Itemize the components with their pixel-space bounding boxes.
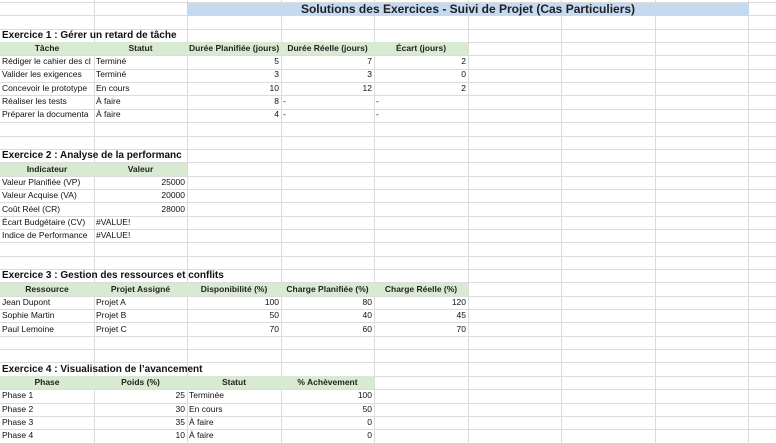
weight-cell[interactable]: 30 [94,403,187,416]
phase-name-cell[interactable]: Phase 2 [0,403,94,416]
availability-cell[interactable]: 50 [187,309,281,322]
completion-cell[interactable]: 0 [281,429,374,442]
gridline [0,336,776,337]
sheet-title[interactable]: Solutions des Exercices - Suivi de Proje… [187,3,749,16]
resource-name-cell[interactable]: Paul Lemoine [0,323,94,336]
resource-name-cell[interactable]: Sophie Martin [0,309,94,322]
header-phase[interactable]: Phase [0,376,94,389]
planned-load-cell[interactable]: 60 [281,323,374,336]
exercise-1-title[interactable]: Exercice 1 : Gérer un retard de tâche [0,29,179,42]
task-name-cell[interactable]: Valider les exigences [0,68,94,81]
variance-cell[interactable]: 2 [374,82,468,95]
phase-name-cell[interactable]: Phase 1 [0,389,94,402]
gridline [0,136,776,137]
status-cell[interactable]: À faire [94,108,187,121]
phase-status-cell[interactable]: À faire [187,416,281,429]
indicator-name-cell[interactable]: Indice de Performance [0,229,94,242]
status-cell[interactable]: En cours [94,82,187,95]
header-indicateur[interactable]: Indicateur [0,163,94,176]
actual-duration-cell[interactable]: 7 [281,55,374,68]
indicator-value-cell[interactable]: #VALUE! [94,229,187,242]
indicator-name-cell[interactable]: Valeur Planifiée (VP) [0,176,94,189]
completion-cell[interactable]: 100 [281,389,374,402]
actual-duration-cell[interactable]: 12 [281,82,374,95]
spreadsheet-grid[interactable]: Solutions des Exercices - Suivi de Proje… [0,0,776,443]
weight-cell[interactable]: 35 [94,416,187,429]
header-tache[interactable]: Tâche [0,42,94,55]
availability-cell[interactable]: 70 [187,323,281,336]
actual-duration-cell[interactable]: - [281,95,374,108]
actual-load-cell[interactable]: 45 [374,309,468,322]
header-ressource[interactable]: Ressource [0,283,94,296]
indicator-value-cell[interactable]: 28000 [94,203,187,216]
phase-status-cell[interactable]: Terminée [187,389,281,402]
variance-cell[interactable]: 0 [374,68,468,81]
header-projet-assigne[interactable]: Projet Assigné [94,283,187,296]
status-cell[interactable]: À faire [94,95,187,108]
actual-load-cell[interactable]: 70 [374,323,468,336]
status-cell[interactable]: Terminé [94,68,187,81]
planned-duration-cell[interactable]: 10 [187,82,281,95]
gridline [0,242,776,243]
variance-cell[interactable]: 2 [374,55,468,68]
gridline [0,122,776,123]
planned-duration-cell[interactable]: 4 [187,108,281,121]
indicator-value-cell[interactable]: 20000 [94,189,187,202]
variance-cell[interactable]: - [374,108,468,121]
indicator-name-cell[interactable]: Coût Réel (CR) [0,203,94,216]
planned-load-cell[interactable]: 80 [281,296,374,309]
completion-cell[interactable]: 50 [281,403,374,416]
actual-load-cell[interactable]: 120 [374,296,468,309]
gridline [0,256,776,257]
resource-name-cell[interactable]: Jean Dupont [0,296,94,309]
header-charge-reelle[interactable]: Charge Réelle (%) [374,283,468,296]
actual-duration-cell[interactable]: 3 [281,68,374,81]
header-charge-planifiee[interactable]: Charge Planifiée (%) [281,283,374,296]
exercise-4-title[interactable]: Exercice 4 : Visualisation de l’avanceme… [0,363,204,376]
phase-name-cell[interactable]: Phase 4 [0,429,94,442]
planned-duration-cell[interactable]: 8 [187,95,281,108]
header-duree-reelle[interactable]: Durée Réelle (jours) [281,42,374,55]
phase-name-cell[interactable]: Phase 3 [0,416,94,429]
header-achevement[interactable]: % Achèvement [281,376,374,389]
exercise-2-title[interactable]: Exercice 2 : Analyse de la performanc [0,149,184,162]
task-name-cell[interactable]: Réaliser les tests [0,95,94,108]
weight-cell[interactable]: 10 [94,429,187,442]
task-name-cell[interactable]: Rédiger le cahier des cl [0,55,94,68]
assigned-project-cell[interactable]: Projet A [94,296,187,309]
planned-duration-cell[interactable]: 5 [187,55,281,68]
indicator-name-cell[interactable]: Écart Budgétaire (CV) [0,216,94,229]
header-disponibilite[interactable]: Disponibilité (%) [187,283,281,296]
phase-status-cell[interactable]: En cours [187,403,281,416]
header-statut[interactable]: Statut [94,42,187,55]
header-statut[interactable]: Statut [187,376,281,389]
header-valeur[interactable]: Valeur [94,163,187,176]
indicator-value-cell[interactable]: 25000 [94,176,187,189]
header-ecart[interactable]: Écart (jours) [374,42,468,55]
assigned-project-cell[interactable]: Projet B [94,309,187,322]
task-name-cell[interactable]: Concevoir le prototype [0,82,94,95]
availability-cell[interactable]: 100 [187,296,281,309]
header-poids[interactable]: Poids (%) [94,376,187,389]
variance-cell[interactable]: - [374,95,468,108]
task-name-cell[interactable]: Préparer la documenta [0,108,94,121]
gridline [0,349,776,350]
actual-duration-cell[interactable]: - [281,108,374,121]
phase-status-cell[interactable]: À faire [187,429,281,442]
weight-cell[interactable]: 25 [94,389,187,402]
assigned-project-cell[interactable]: Projet C [94,323,187,336]
planned-duration-cell[interactable]: 3 [187,68,281,81]
planned-load-cell[interactable]: 40 [281,309,374,322]
indicator-value-cell[interactable]: #VALUE! [94,216,187,229]
header-duree-planifiee[interactable]: Durée Planifiée (jours) [187,42,281,55]
indicator-name-cell[interactable]: Valeur Acquise (VA) [0,189,94,202]
completion-cell[interactable]: 0 [281,416,374,429]
status-cell[interactable]: Terminé [94,55,187,68]
exercise-3-title[interactable]: Exercice 3 : Gestion des ressources et c… [0,269,226,282]
